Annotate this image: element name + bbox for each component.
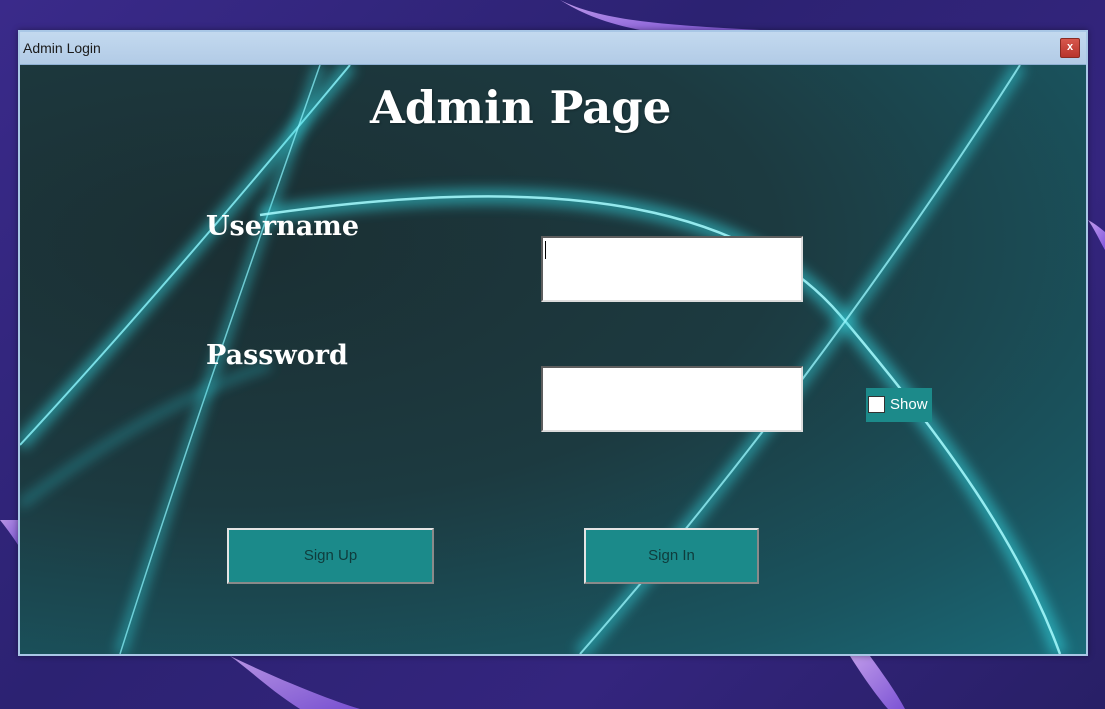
text-caret xyxy=(545,241,546,259)
login-form-panel: Admin Page Username Password Show Sign U… xyxy=(20,65,1086,654)
username-input[interactable] xyxy=(541,236,803,302)
checkbox-icon[interactable] xyxy=(868,396,885,413)
background-light-streaks xyxy=(20,65,1068,654)
password-input[interactable] xyxy=(541,366,803,432)
show-password-toggle[interactable]: Show xyxy=(866,388,932,422)
sign-in-button[interactable]: Sign In xyxy=(584,528,759,584)
title-bar[interactable]: Admin Login x xyxy=(20,32,1086,65)
password-label: Password xyxy=(206,340,348,371)
show-password-label: Show xyxy=(890,396,928,413)
page-title: Admin Page xyxy=(370,81,672,134)
window-title: Admin Login xyxy=(23,40,101,56)
close-icon[interactable]: x xyxy=(1060,38,1080,58)
desktop-background: Admin Login x Admin Page Username Passwo… xyxy=(0,0,1105,709)
sign-up-button[interactable]: Sign Up xyxy=(227,528,434,584)
admin-login-window: Admin Login x Admin Page Username Passwo… xyxy=(18,30,1088,656)
username-label: Username xyxy=(206,211,360,242)
